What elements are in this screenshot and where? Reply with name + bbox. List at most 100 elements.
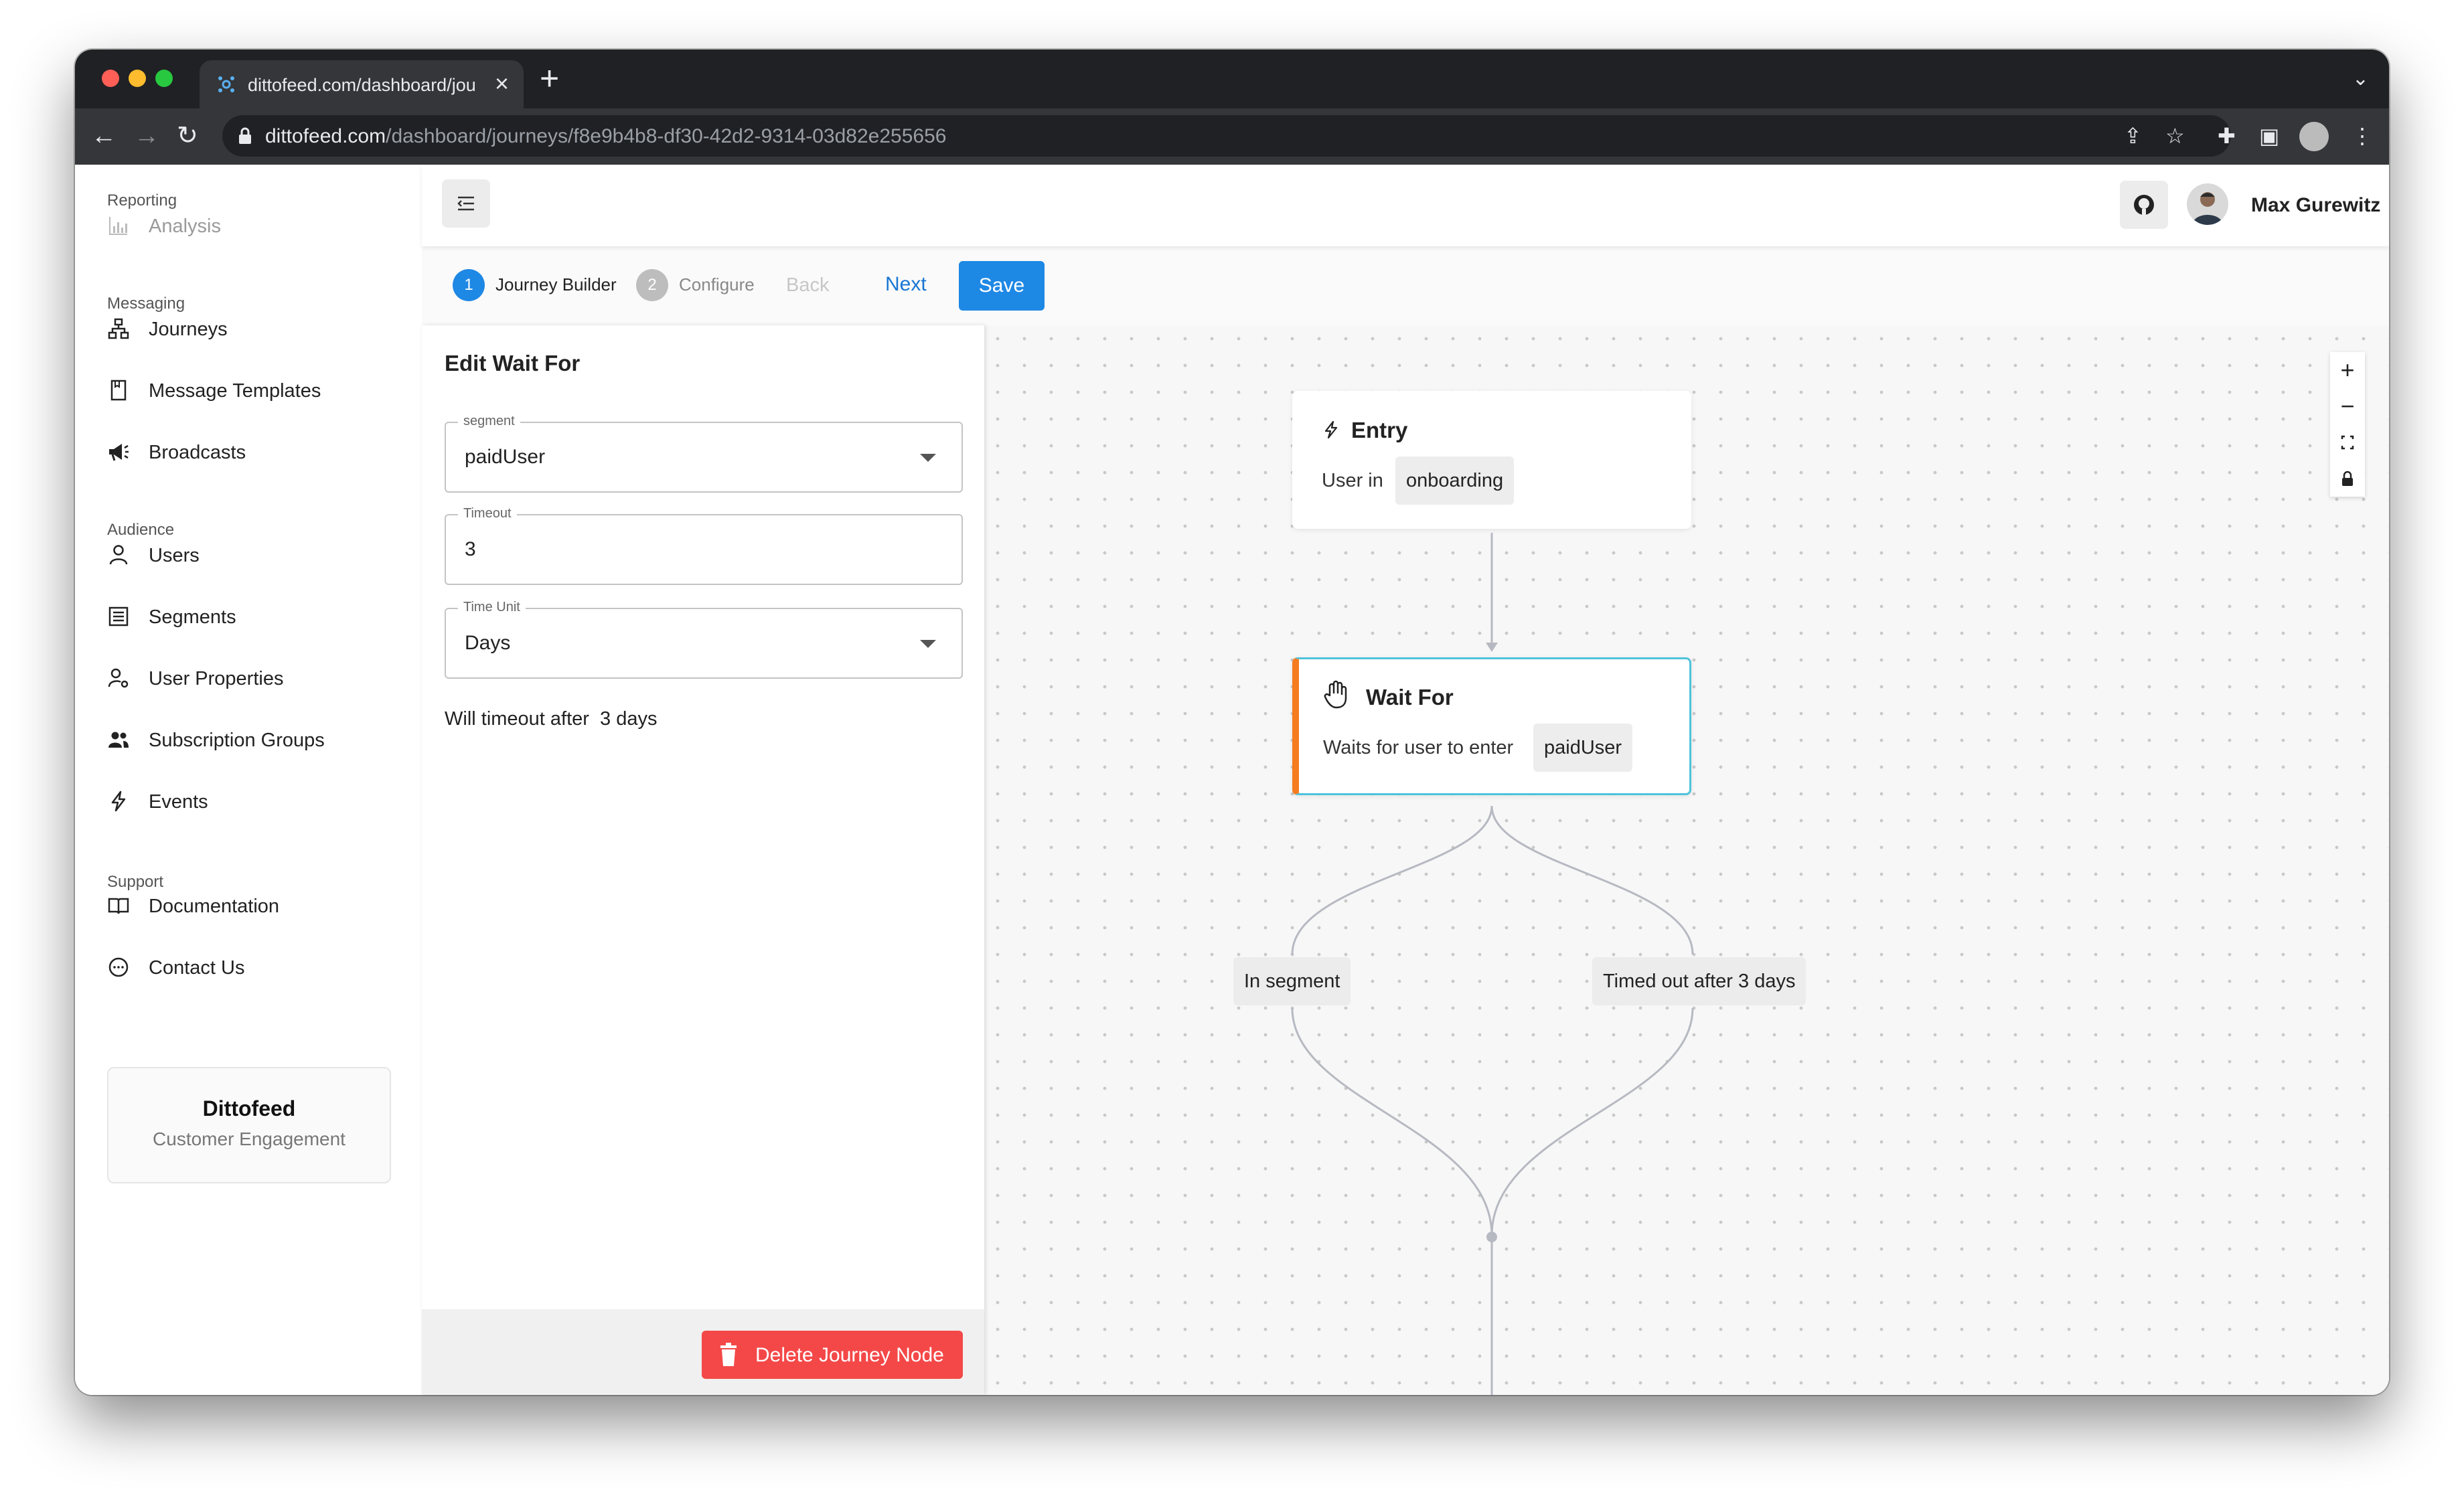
user-photo-icon [2192, 192, 2223, 225]
group-icon [108, 732, 129, 748]
sidebar: Reporting Analysis Messaging Journeys Me… [75, 165, 423, 1395]
delete-journey-node-button[interactable]: Delete Journey Node [702, 1331, 963, 1379]
wait-for-segment-chip: paidUser [1533, 724, 1633, 772]
lock-icon [2342, 471, 2353, 486]
browser-tab[interactable]: dittofeed.com/dashboard/journ × [200, 60, 524, 108]
book-icon [108, 898, 129, 914]
maximize-window-button[interactable] [155, 70, 173, 87]
app-header: Max Gurewitz [422, 165, 2389, 246]
entry-segment-chip: onboarding [1395, 456, 1515, 505]
sidebar-item-segments[interactable]: Segments [107, 597, 402, 637]
zoom-in-button[interactable]: + [2330, 352, 2365, 388]
document-icon [110, 380, 127, 401]
github-icon [2134, 195, 2154, 215]
entry-node-title: Entry [1351, 418, 1408, 442]
collapse-menu-button[interactable] [442, 179, 490, 228]
chat-bubble-icon [108, 957, 129, 977]
timeout-input[interactable]: Timeout 3 [445, 506, 963, 585]
sidebar-item-analysis[interactable]: Analysis [107, 206, 402, 246]
sidebar-item-broadcasts[interactable]: Broadcasts [107, 432, 402, 473]
time-unit-select-value: Days [465, 632, 511, 654]
address-bar[interactable]: dittofeed.com/dashboard/journeys/f8e9b4b… [222, 115, 2231, 157]
timeout-summary: Will timeout after 3 days [445, 708, 658, 730]
minimize-window-button[interactable] [129, 70, 146, 87]
browser-menu-icon[interactable]: ⋮ [2352, 120, 2373, 151]
share-icon[interactable]: ⇪ [2124, 120, 2142, 151]
editor-footer: Delete Journey Node [422, 1309, 984, 1395]
dropdown-caret-icon [920, 454, 936, 462]
entry-node-text: User in [1322, 470, 1383, 491]
branch-in-segment-label[interactable]: In segment [1233, 957, 1351, 1005]
lightning-bolt-icon [111, 791, 126, 812]
tab-title: dittofeed.com/dashboard/journ [248, 75, 475, 95]
lightning-bolt-icon [1324, 420, 1338, 439]
tab-search-chevron-icon[interactable]: ⌄ [2352, 67, 2369, 90]
time-unit-select-label: Time Unit [458, 600, 526, 615]
timeout-input-label: Timeout [458, 506, 517, 521]
fit-view-button[interactable] [2330, 424, 2365, 461]
segments-list-icon [108, 606, 129, 627]
time-unit-select[interactable]: Time Unit Days [445, 600, 963, 679]
back-arrow-icon[interactable]: ← [91, 119, 117, 153]
new-tab-icon[interactable]: + [540, 62, 559, 95]
forward-arrow-icon[interactable]: → [134, 119, 159, 153]
user-settings-icon [108, 668, 129, 688]
brand-tagline: Customer Engagement [153, 1129, 345, 1149]
sidebar-item-contact-us[interactable]: Contact Us [107, 948, 402, 988]
segment-select[interactable]: segment paidUser [445, 414, 963, 493]
sidebar-item-subscription-groups[interactable]: Subscription Groups [107, 720, 402, 760]
fit-view-icon [2341, 435, 2354, 450]
sidebar-item-users[interactable]: Users [107, 535, 402, 576]
branch-timed-out-label[interactable]: Timed out after 3 days [1592, 957, 1806, 1005]
save-button[interactable]: Save [959, 261, 1045, 311]
zoom-out-button[interactable]: − [2330, 388, 2365, 424]
editor-title: Edit Wait For [445, 351, 581, 376]
brand-card: Dittofeed Customer Engagement [107, 1067, 391, 1183]
trash-icon [720, 1343, 737, 1366]
dittofeed-favicon-icon [218, 76, 234, 92]
journey-stepper: 1 Journey Builder 2 Configure Back Next … [422, 246, 2389, 325]
menu-collapse-icon [457, 196, 474, 211]
sidebar-item-message-templates[interactable]: Message Templates [107, 371, 402, 411]
back-button[interactable]: Back [786, 274, 829, 297]
segment-select-label: segment [458, 414, 520, 429]
github-button[interactable] [2120, 181, 2168, 229]
step-1-label[interactable]: Journey Builder [495, 274, 617, 295]
hand-icon [1324, 680, 1347, 709]
dropdown-caret-icon [920, 640, 936, 648]
side-panel-icon[interactable]: ▣ [2259, 120, 2279, 151]
timeout-input-value: 3 [465, 538, 476, 560]
journey-tree-icon [108, 318, 129, 339]
url-text: dittofeed.com/dashboard/journeys/f8e9b4b… [265, 125, 947, 147]
step-2-indicator[interactable]: 2 [636, 269, 668, 301]
avatar[interactable] [2187, 183, 2228, 225]
sidebar-item-journeys[interactable]: Journeys [107, 309, 402, 349]
entry-node[interactable]: Entry User in onboarding [1292, 391, 1691, 529]
sidebar-item-events[interactable]: Events [107, 782, 402, 822]
wait-for-node[interactable]: Wait For Waits for user to enter paidUse… [1292, 657, 1691, 795]
app-root: Reporting Analysis Messaging Journeys Me… [75, 165, 2389, 1395]
wait-for-node-title: Wait For [1366, 685, 1454, 710]
wait-for-node-text: Waits for user to enter [1323, 737, 1514, 758]
megaphone-icon [109, 444, 129, 461]
sidebar-item-documentation[interactable]: Documentation [107, 886, 402, 926]
browser-window: dittofeed.com/dashboard/journ × + ⌄ ← → … [75, 50, 2389, 1395]
brand-name: Dittofeed [202, 1096, 296, 1120]
close-window-button[interactable] [102, 70, 119, 87]
extensions-puzzle-icon[interactable]: ✚ [2218, 120, 2236, 151]
user-name: Max Gurewitz [2251, 194, 2381, 216]
step-2-label[interactable]: Configure [679, 274, 755, 295]
profile-avatar-icon[interactable] [2299, 122, 2329, 151]
step-1-indicator[interactable]: 1 [453, 269, 485, 301]
segment-select-value: paidUser [465, 446, 546, 468]
tab-close-icon[interactable]: × [495, 70, 509, 98]
journey-canvas[interactable]: Entry User in onboarding Wait For Waits … [984, 325, 2389, 1395]
lock-canvas-button[interactable] [2330, 461, 2365, 497]
canvas-controls: + − [2330, 352, 2365, 497]
bookmark-star-icon[interactable]: ☆ [2165, 120, 2185, 151]
sidebar-item-user-properties[interactable]: User Properties [107, 659, 402, 699]
next-button[interactable]: Next [885, 273, 927, 296]
lock-icon [239, 127, 251, 144]
browser-titlebar: dittofeed.com/dashboard/journ × + ⌄ [75, 50, 2389, 108]
reload-icon[interactable]: ↻ [177, 119, 198, 153]
